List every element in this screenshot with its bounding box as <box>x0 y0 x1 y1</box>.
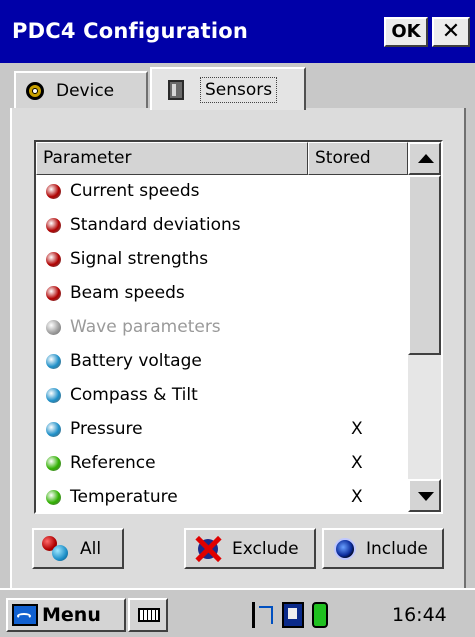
table-row[interactable]: Compass & Tilt <box>36 379 408 413</box>
network-icon[interactable] <box>252 602 274 628</box>
status-dot-icon <box>46 490 61 505</box>
start-menu-button[interactable]: Menu <box>6 598 126 632</box>
tab-sensors-label: Sensors <box>200 76 278 103</box>
parameter-name: Reference <box>70 453 156 473</box>
tab-device[interactable]: Device <box>14 71 148 108</box>
table-row[interactable]: Current speeds <box>36 175 408 209</box>
parameter-name: Wave parameters <box>70 317 221 337</box>
tab-strip: Device Sensors <box>0 63 475 110</box>
taskbar: Menu 16:44 <box>0 588 475 637</box>
parameter-name: Beam speeds <box>70 283 185 303</box>
tab-device-label: Device <box>56 80 115 101</box>
scroll-up-button[interactable] <box>408 142 441 175</box>
table-row[interactable]: Pressure X <box>36 413 408 447</box>
parameter-grid: Parameter Stored Current speeds Standard … <box>34 140 443 514</box>
table-row[interactable]: Standard deviations <box>36 209 408 243</box>
all-button-label: All <box>80 538 102 559</box>
include-button-label: Include <box>366 538 428 559</box>
stored-mark: X <box>351 487 363 507</box>
parameter-name: Current speeds <box>70 181 200 201</box>
status-dot-icon <box>46 184 61 199</box>
status-dot-icon <box>46 354 61 369</box>
include-icon <box>334 537 356 560</box>
table-row[interactable]: Reference X <box>36 447 408 481</box>
table-row[interactable]: Beam speeds <box>36 277 408 311</box>
parameter-name: Pressure <box>70 419 143 439</box>
exclude-button-label: Exclude <box>232 538 299 559</box>
table-row[interactable]: Signal strengths <box>36 243 408 277</box>
stored-mark: X <box>351 453 363 473</box>
status-dot-icon <box>46 320 61 335</box>
include-button[interactable]: Include <box>322 528 444 569</box>
keyboard-icon <box>138 608 160 622</box>
status-dot-icon <box>46 218 61 233</box>
status-dot-icon <box>46 252 61 267</box>
window-title: PDC4 Configuration <box>12 19 249 43</box>
status-dot-icon <box>46 422 61 437</box>
status-dot-icon <box>46 456 61 471</box>
stored-mark: X <box>351 419 363 439</box>
scroll-thumb[interactable] <box>408 175 441 355</box>
sensor-icon <box>168 79 184 100</box>
gear-icon <box>26 81 44 100</box>
exclude-button[interactable]: Exclude <box>184 528 316 569</box>
scroll-down-button[interactable] <box>408 479 441 512</box>
storage-card-icon[interactable] <box>282 602 304 628</box>
status-dot-icon <box>46 388 61 403</box>
arrow-up-icon <box>418 154 434 163</box>
windows-flag-icon <box>12 604 38 626</box>
ok-button[interactable]: OK <box>384 17 428 47</box>
parameter-list: Current speeds Standard deviations Signal … <box>36 175 408 515</box>
menu-label: Menu <box>42 604 101 626</box>
tab-sensors[interactable]: Sensors <box>150 67 306 110</box>
table-row[interactable]: Wave parameters <box>36 311 408 345</box>
table-row[interactable]: Battery voltage <box>36 345 408 379</box>
column-header-parameter[interactable]: Parameter <box>36 142 308 175</box>
keyboard-button[interactable] <box>128 598 168 632</box>
battery-icon[interactable] <box>312 602 328 628</box>
parameter-name: Standard deviations <box>70 215 241 235</box>
exclude-icon <box>194 535 222 563</box>
vertical-scrollbar[interactable] <box>408 142 441 512</box>
all-button[interactable]: All <box>32 528 124 569</box>
status-dot-icon <box>46 286 61 301</box>
arrow-down-icon <box>418 492 434 501</box>
column-header-stored[interactable]: Stored <box>308 142 408 175</box>
multi-dot-icon <box>42 535 70 562</box>
parameter-name: Compass & Tilt <box>70 385 198 405</box>
table-row[interactable]: Temperature X <box>36 481 408 515</box>
parameter-name: Temperature <box>70 487 178 507</box>
clock[interactable]: 16:44 <box>392 598 447 632</box>
close-button[interactable]: ✕ <box>432 17 470 47</box>
parameter-name: Battery voltage <box>70 351 202 371</box>
title-bar: PDC4 Configuration OK ✕ <box>0 0 475 63</box>
parameter-name: Signal strengths <box>70 249 209 269</box>
